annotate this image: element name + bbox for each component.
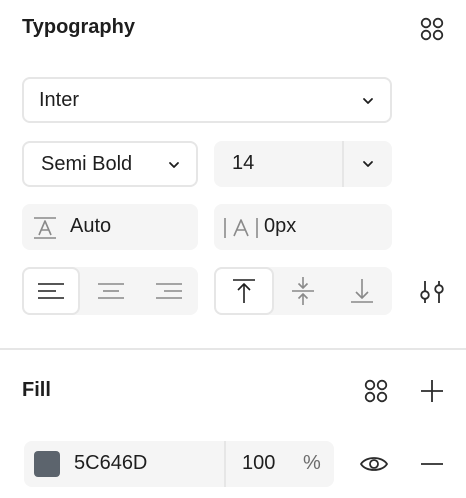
chevron-down-icon [363, 161, 373, 167]
styles-grid-icon [420, 17, 444, 41]
fill-title: Fill [22, 379, 51, 401]
letter-spacing-input[interactable]: 0px [264, 215, 296, 238]
align-right-button[interactable] [140, 267, 198, 315]
typography-title: Typography [22, 16, 135, 38]
typography-styles-button[interactable] [412, 14, 452, 44]
fill-row: 5C646D 100 % [24, 441, 334, 487]
font-size-field[interactable]: 14 [214, 141, 392, 187]
fill-styles-button[interactable] [356, 375, 396, 407]
letter-spacing-field[interactable]: 0px [214, 204, 392, 250]
line-height-icon [32, 215, 58, 241]
align-bottom-icon [351, 279, 373, 303]
fill-opacity-unit: % [303, 452, 321, 474]
align-left-button[interactable] [22, 267, 80, 315]
type-settings-icon [420, 281, 444, 303]
align-top-icon [233, 279, 255, 303]
align-center-button[interactable] [82, 267, 140, 315]
chevron-down-icon [166, 157, 182, 173]
minus-icon [421, 463, 443, 465]
eye-icon [360, 457, 388, 471]
letter-spacing-icon [222, 215, 262, 241]
fill-color-swatch[interactable] [34, 451, 60, 477]
align-bottom-button[interactable] [332, 267, 392, 315]
fill-hex-input[interactable]: 5C646D [74, 452, 147, 475]
chevron-down-icon [360, 93, 376, 109]
type-settings-button[interactable] [412, 276, 452, 308]
styles-grid-icon [364, 379, 388, 403]
align-center-icon [98, 283, 124, 299]
align-right-icon [156, 283, 182, 299]
font-weight-value: Semi Bold [41, 152, 133, 175]
font-size-dropdown-button[interactable] [344, 141, 392, 187]
font-family-value: Inter [39, 88, 80, 111]
font-weight-dropdown[interactable]: Semi Bold [22, 141, 198, 187]
plus-icon [421, 380, 443, 402]
section-divider [0, 348, 466, 350]
remove-fill-button[interactable] [412, 448, 452, 480]
align-top-button[interactable] [214, 267, 274, 315]
align-middle-icon [292, 277, 314, 305]
line-height-field[interactable]: Auto [22, 204, 198, 250]
fill-row-divider [224, 441, 226, 487]
line-height-input[interactable]: Auto [70, 215, 111, 238]
fill-opacity-input[interactable]: 100 [242, 452, 275, 475]
add-fill-button[interactable] [412, 375, 452, 407]
toggle-fill-visibility-button[interactable] [356, 448, 392, 480]
align-middle-button[interactable] [274, 267, 332, 315]
align-left-icon [38, 283, 64, 299]
vertical-align-group [214, 267, 392, 315]
font-size-input[interactable]: 14 [232, 152, 254, 175]
horizontal-align-group [22, 267, 198, 315]
font-family-dropdown[interactable]: Inter [22, 77, 392, 123]
